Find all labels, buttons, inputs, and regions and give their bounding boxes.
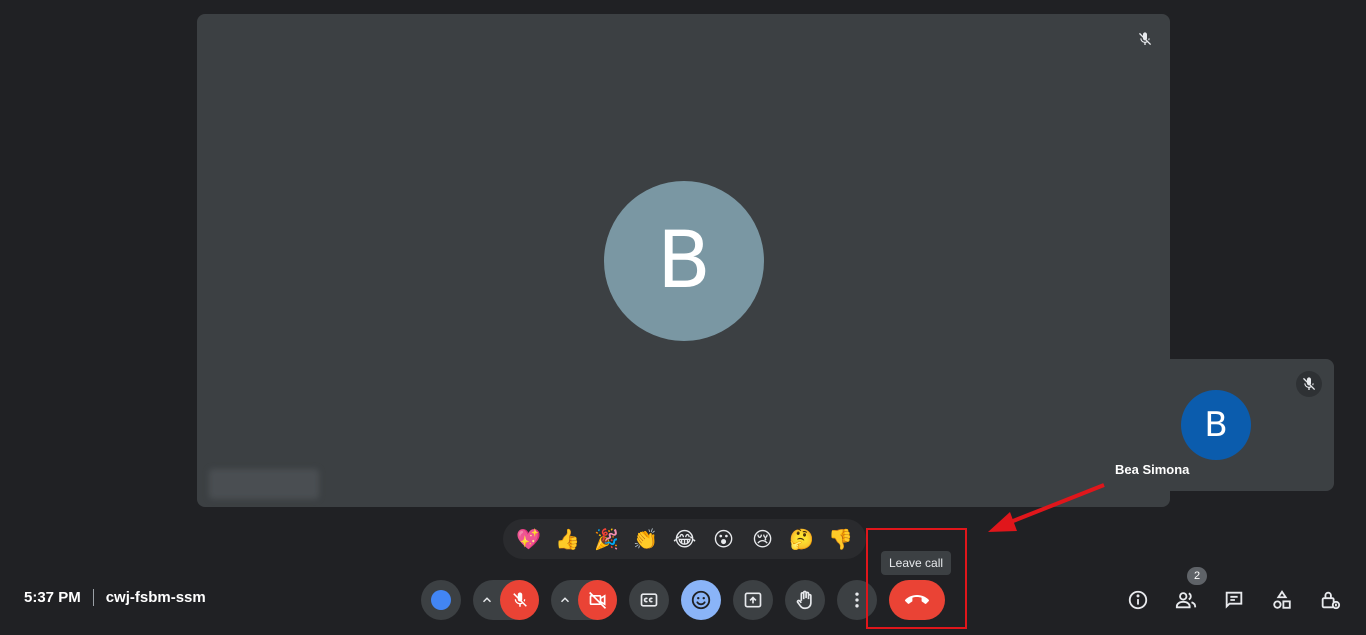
participant-avatar: B xyxy=(604,181,764,341)
people-button[interactable] xyxy=(1171,585,1201,615)
reaction-clapping[interactable]: 👏 xyxy=(630,523,662,555)
participant-name-redacted xyxy=(209,469,319,499)
camera-off-icon xyxy=(588,591,606,609)
raise-hand-icon xyxy=(796,590,812,610)
raise-hand-button[interactable] xyxy=(785,580,825,620)
chat-icon xyxy=(1225,591,1243,609)
mic-off-icon xyxy=(1132,26,1158,52)
self-avatar: B xyxy=(1181,390,1251,460)
reaction-sad[interactable]: 😢 xyxy=(747,523,779,555)
reaction-thumbs-up[interactable]: 👍 xyxy=(552,523,584,555)
self-view-tile[interactable]: B Bea Simona xyxy=(1099,359,1334,491)
closed-captions-icon xyxy=(640,593,658,607)
meeting-details-button[interactable] xyxy=(1123,585,1153,615)
mic-off-icon xyxy=(1296,371,1322,397)
meet-call-screen: B B Bea Simona 💖 👍 🎉 👏 😂 😮 😢 🤔 👎 Leave c… xyxy=(0,0,1366,635)
reactions-button[interactable] xyxy=(681,580,721,620)
annotation-highlight-box xyxy=(866,528,967,629)
chevron-up-icon[interactable] xyxy=(551,593,578,607)
captions-button[interactable] xyxy=(629,580,669,620)
reaction-party-popper[interactable]: 🎉 xyxy=(591,523,623,555)
camera-toggle-button[interactable] xyxy=(578,580,617,620)
mic-off-icon xyxy=(512,592,527,607)
meeting-time: 5:37 PM xyxy=(24,589,81,606)
reaction-surprised[interactable]: 😮 xyxy=(708,523,740,555)
smiley-icon xyxy=(691,590,711,610)
reaction-sparkling-heart[interactable]: 💖 xyxy=(513,523,545,555)
reaction-thumbs-down[interactable]: 👎 xyxy=(825,523,857,555)
reaction-thinking[interactable]: 🤔 xyxy=(786,523,818,555)
meeting-details: 5:37 PM cwj-fsbm-ssm xyxy=(24,589,206,606)
self-name-label: Bea Simona xyxy=(1115,462,1190,477)
chevron-up-icon[interactable] xyxy=(473,593,500,607)
chat-button[interactable] xyxy=(1219,585,1249,615)
blue-dot-icon xyxy=(431,590,451,610)
microphone-control xyxy=(473,580,539,620)
present-screen-button[interactable] xyxy=(733,580,773,620)
reactions-bar: 💖 👍 🎉 👏 😂 😮 😢 🤔 👎 xyxy=(503,519,866,559)
present-screen-icon xyxy=(744,592,762,608)
more-vert-icon xyxy=(855,592,859,608)
divider xyxy=(92,589,94,606)
meeting-code: cwj-fsbm-ssm xyxy=(105,589,206,606)
camera-control xyxy=(551,580,617,620)
info-icon xyxy=(1128,590,1148,610)
people-icon xyxy=(1175,592,1197,609)
lock-person-icon xyxy=(1321,591,1341,610)
people-count-badge: 2 xyxy=(1187,567,1207,585)
reaction-joy[interactable]: 😂 xyxy=(669,523,701,555)
activities-icon xyxy=(1273,590,1291,609)
host-controls-button[interactable] xyxy=(1315,585,1345,615)
activities-button[interactable] xyxy=(1267,585,1297,615)
main-participant-tile[interactable]: B xyxy=(197,14,1170,507)
companion-mode-button[interactable] xyxy=(421,580,461,620)
mic-toggle-button[interactable] xyxy=(500,580,539,620)
